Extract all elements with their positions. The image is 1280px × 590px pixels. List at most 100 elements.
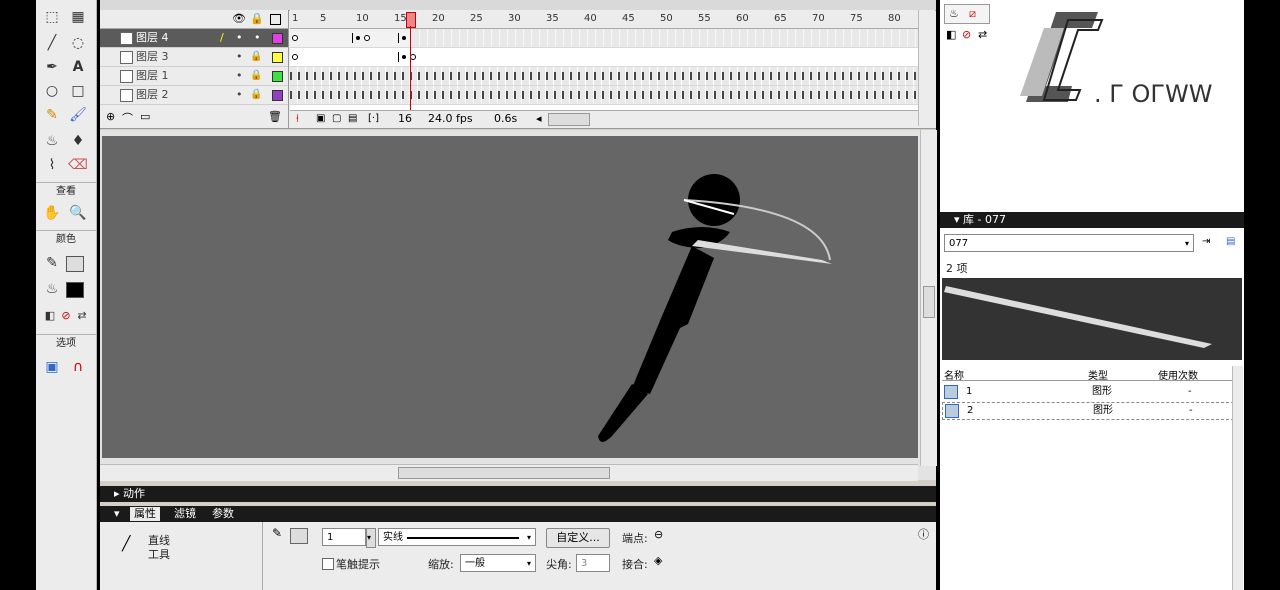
outline-icon[interactable] bbox=[270, 14, 281, 25]
layer-row-2[interactable]: 图层 2 • 🔒 bbox=[100, 86, 288, 105]
eyedropper-icon[interactable]: ⌇ bbox=[40, 154, 64, 176]
column-type[interactable]: 类型 bbox=[1088, 367, 1108, 382]
no-color-icon[interactable]: ⧄ bbox=[969, 7, 976, 21]
stroke-width-field[interactable]: 1 bbox=[322, 528, 366, 546]
lock-icon[interactable]: 🔒 bbox=[250, 86, 262, 104]
layer-header: 👁 🔒 bbox=[100, 10, 288, 29]
tab-filters[interactable]: 滤镜 bbox=[174, 506, 196, 522]
miter-field[interactable]: 3 bbox=[576, 554, 610, 572]
zoom-icon[interactable]: 🔍 bbox=[66, 202, 90, 224]
stroke-color-icon[interactable]: ✎ bbox=[40, 252, 64, 274]
library-item-type: 图形 bbox=[1093, 405, 1113, 416]
add-folder-icon[interactable]: ▭ bbox=[140, 110, 150, 123]
rectangle-icon[interactable]: □ bbox=[66, 80, 90, 102]
line-tool-icon[interactable]: ╱ bbox=[40, 32, 64, 54]
no-fill-icon[interactable]: ⊘ bbox=[962, 28, 971, 41]
object-drawing-icon[interactable]: ▣ bbox=[40, 356, 64, 378]
frame-ruler[interactable]: 1 5 10 15 20 25 30 35 40 45 50 55 60 65 … bbox=[290, 10, 918, 29]
playhead-handle[interactable] bbox=[406, 12, 416, 28]
stage-vertical-scrollbar[interactable] bbox=[920, 130, 937, 466]
layer-color-swatch[interactable] bbox=[272, 52, 283, 63]
library-item[interactable]: 1 图形 - bbox=[942, 384, 1232, 400]
delete-layer-icon[interactable]: 🗑 bbox=[268, 110, 282, 123]
black-white-icon[interactable]: ◧ bbox=[946, 28, 956, 41]
frame-grid[interactable]: 1 5 10 15 20 25 30 35 40 45 50 55 60 65 … bbox=[290, 10, 918, 110]
layer-row-1[interactable]: 图层 1 • 🔒 bbox=[100, 67, 288, 86]
center-frame-icon[interactable]: ⍿ bbox=[296, 111, 299, 127]
lock-icon[interactable]: 🔒 bbox=[250, 12, 264, 25]
cap-style-icon[interactable]: ⊖ bbox=[654, 528, 663, 541]
layer-row-4[interactable]: 图层 4 / • • bbox=[100, 29, 288, 48]
library-item[interactable]: 2 图形 - bbox=[942, 402, 1234, 420]
library-item-uses: - bbox=[1188, 386, 1192, 397]
new-library-icon[interactable]: ▤ bbox=[1226, 236, 1235, 247]
stroke-color-picker[interactable] bbox=[290, 528, 308, 544]
layer-color-swatch[interactable] bbox=[272, 90, 283, 101]
lock-icon[interactable]: 🔒 bbox=[250, 67, 262, 85]
scroll-left-arrow[interactable]: ◂ bbox=[536, 111, 542, 127]
scroll-thumb[interactable] bbox=[398, 467, 610, 479]
library-document-select[interactable]: 077 ▾ bbox=[944, 234, 1194, 252]
ruler-number: 60 bbox=[736, 13, 749, 24]
stroke-color-swatch[interactable] bbox=[66, 256, 84, 272]
modify-markers-icon[interactable]: [·] bbox=[368, 111, 379, 127]
pin-icon[interactable]: ⇥ bbox=[1202, 236, 1210, 247]
eye-icon[interactable]: 👁 bbox=[232, 12, 246, 25]
frame-row-layer-1[interactable] bbox=[290, 67, 918, 86]
scroll-thumb[interactable] bbox=[923, 286, 935, 318]
brush-icon[interactable]: 🖌 bbox=[66, 104, 90, 126]
layer-color-swatch[interactable] bbox=[272, 71, 283, 82]
timeline-vertical-scrollbar[interactable] bbox=[918, 10, 935, 126]
stage-canvas[interactable] bbox=[102, 136, 918, 458]
column-name[interactable]: 名称 bbox=[944, 367, 964, 382]
stroke-style-select[interactable]: 实线 ▾ bbox=[378, 528, 536, 546]
pen-icon[interactable]: ✒ bbox=[40, 56, 64, 78]
stroke-width-dropdown-icon[interactable]: ▾ bbox=[366, 528, 376, 548]
fill-bucket-icon[interactable]: ♨ bbox=[949, 7, 959, 20]
scale-select[interactable]: 一般 ▾ bbox=[460, 554, 536, 572]
lock-icon[interactable]: 🔒 bbox=[250, 48, 262, 66]
lasso-icon[interactable]: ◌ bbox=[66, 32, 90, 54]
paint-bucket-icon[interactable]: ♦ bbox=[66, 130, 90, 152]
swap-colors-icon[interactable]: ⇄ bbox=[978, 28, 987, 41]
actions-panel-header[interactable]: ▸ 动作 bbox=[100, 486, 936, 502]
custom-button[interactable]: 自定义... bbox=[546, 528, 610, 548]
column-uses[interactable]: 使用次数 bbox=[1158, 367, 1198, 382]
eraser-icon[interactable]: ⌫ bbox=[66, 154, 90, 176]
frame-row-layer-3[interactable] bbox=[290, 48, 918, 67]
fill-color-icon[interactable]: ♨ bbox=[40, 278, 64, 300]
stage-horizontal-scrollbar[interactable] bbox=[100, 464, 918, 481]
edit-multiple-icon[interactable]: ▤ bbox=[348, 111, 357, 127]
gradient-transform-icon[interactable]: ▦ bbox=[66, 6, 90, 28]
swap-colors-icon[interactable]: ⇄ bbox=[70, 304, 94, 326]
hinting-checkbox[interactable] bbox=[322, 558, 334, 570]
snap-magnet-icon[interactable]: ∩ bbox=[66, 356, 90, 378]
join-style-icon[interactable]: ◈ bbox=[654, 554, 662, 567]
frame-row-layer-4[interactable] bbox=[290, 29, 918, 48]
tab-parameters[interactable]: 参数 bbox=[212, 506, 234, 522]
add-guide-icon[interactable]: ⌒ bbox=[122, 110, 133, 126]
layer-color-swatch[interactable] bbox=[272, 33, 283, 44]
free-transform-icon[interactable]: ⬚ bbox=[40, 6, 64, 28]
library-panel-header[interactable]: ▾ 库 - 077 bbox=[940, 212, 1244, 228]
onion-skin-icon[interactable]: ▣ bbox=[316, 111, 325, 127]
view-section-label: 查看 bbox=[36, 182, 96, 201]
hand-icon[interactable]: ✋ bbox=[40, 202, 64, 224]
text-tool-icon[interactable]: A bbox=[66, 56, 90, 78]
properties-panel: ╱ 直线 工具 ✎ 1 ▾ 实线 ▾ 自定义... 端点: ⊖ 笔触提示 缩放:… bbox=[100, 522, 936, 590]
onion-outline-icon[interactable]: ▢ bbox=[332, 111, 341, 127]
pencil-icon[interactable]: ✎ bbox=[40, 104, 64, 126]
fill-color-swatch[interactable] bbox=[66, 282, 84, 298]
library-item-count: 2 项 bbox=[946, 262, 968, 275]
tab-properties[interactable]: 属性 bbox=[130, 507, 160, 521]
add-layer-icon[interactable]: ⊕ bbox=[106, 110, 115, 123]
frame-row-layer-2[interactable] bbox=[290, 86, 918, 105]
ink-bottle-icon[interactable]: ♨ bbox=[40, 130, 64, 152]
help-icon[interactable]: ⓘ bbox=[918, 526, 929, 542]
library-scrollbar[interactable] bbox=[1232, 366, 1243, 590]
oval-icon[interactable]: ○ bbox=[40, 80, 64, 102]
layer-row-3[interactable]: 图层 3 • 🔒 bbox=[100, 48, 288, 67]
playhead[interactable] bbox=[406, 10, 416, 114]
timeline-scroll-thumb[interactable] bbox=[548, 113, 590, 126]
layer-name: 图层 2 bbox=[136, 88, 169, 101]
